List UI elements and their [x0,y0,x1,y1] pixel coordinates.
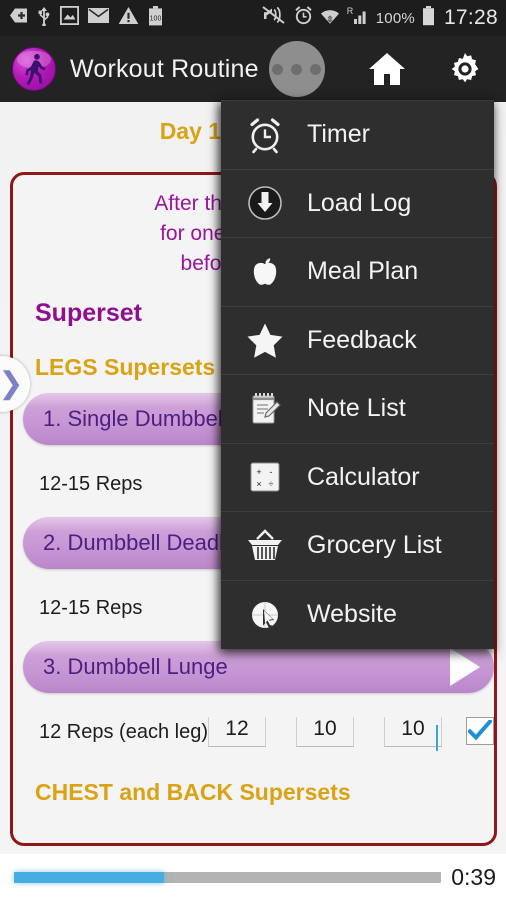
exercise-name: 1. Single Dumbbell S [43,406,249,431]
battery-icon [422,5,435,31]
menu-item-website[interactable]: Website [221,581,494,650]
status-icons-right: R 100% 17:28 [262,5,498,31]
menu-item-label: Load Log [307,188,412,217]
cursor-globe-icon [237,589,293,641]
workout-app-logo [12,47,56,91]
bottom-progress-bar: 0:39 [0,854,506,900]
set-3-input[interactable] [383,717,442,747]
text-caret [435,725,438,751]
menu-item-label: Grocery List [307,531,442,560]
image-icon [59,5,80,30]
usb-icon [37,6,51,31]
menu-item-feedback[interactable]: Feedback [221,307,494,375]
reps-row-3: 12 Reps (each leg) [13,693,494,753]
email-icon [88,8,109,28]
menu-item-label: Note List [307,394,406,423]
menu-item-meal-plan[interactable]: Meal Plan [221,238,494,307]
status-clock: 17:28 [443,6,498,29]
download-arrow-icon [237,177,293,229]
android-status-bar: 100 R 100% 17:28 [0,0,506,36]
app-title: Workout Routine [70,54,259,83]
menu-item-note-list[interactable]: Note List [221,375,494,444]
star-icon [237,314,293,366]
status-icons-left: 100 [9,5,163,31]
gear-icon[interactable] [442,46,488,92]
progress-fill [14,871,164,883]
menu-item-timer[interactable]: Timer [221,101,494,170]
svg-text:-: - [270,467,273,477]
battery-100-icon: 100 [148,5,163,31]
alarm-icon [294,6,313,30]
alarm-clock-icon [237,109,293,161]
add-tag-icon [9,7,28,29]
play-icon[interactable] [450,648,480,686]
svg-text:+: + [256,467,261,477]
menu-item-calculator[interactable]: + - × ÷ Calculator [221,444,494,512]
set-1-input[interactable] [207,717,266,747]
apple-icon [237,246,293,298]
app-action-bar: Workout Routine [0,36,506,102]
wifi-icon [320,7,340,30]
group-heading-chest-back: CHEST and BACK Supersets [35,779,351,805]
set-2-input[interactable] [295,717,354,747]
menu-item-label: Calculator [307,462,420,491]
menu-item-grocery-list[interactable]: Grocery List [221,512,494,581]
set-inputs [207,717,494,751]
overflow-menu-dots[interactable] [268,41,325,97]
reps-label: 12 Reps (each leg) [39,720,208,743]
menu-item-label: Meal Plan [307,257,419,286]
menu-item-load-log[interactable]: Load Log [221,170,494,238]
menu-item-label: Website [307,600,397,629]
warning-icon [118,6,139,30]
progress-track[interactable] [14,871,442,883]
svg-text:R: R [347,6,354,16]
home-icon[interactable] [364,46,410,92]
vibrate-mute-icon [262,6,287,30]
timer-label: 0:39 [451,863,496,890]
menu-item-label: Feedback [307,325,417,354]
notepad-pencil-icon [237,383,293,435]
reps-label: 12-15 Reps [39,596,143,619]
menu-item-label: Timer [307,120,370,149]
svg-text:×: × [256,479,261,489]
svg-text:100: 100 [150,15,162,22]
slide-handle-chevron: ❯ [0,367,24,400]
exercise-name: 3. Dumbbell Lunge [43,654,228,679]
overflow-menu: Timer Load Log Meal Plan Feedback Note L… [221,100,494,649]
set-done-checkbox[interactable] [465,717,494,745]
battery-percent-label: 100% [375,9,415,27]
reps-label: 12-15 Reps [39,472,143,495]
basket-icon [237,520,293,572]
roaming-signal-icon: R [347,6,369,30]
exercise-name: 2. Dumbbell Deadlift [43,530,242,555]
svg-text:÷: ÷ [269,479,274,489]
calculator-icon: + - × ÷ [237,451,293,503]
